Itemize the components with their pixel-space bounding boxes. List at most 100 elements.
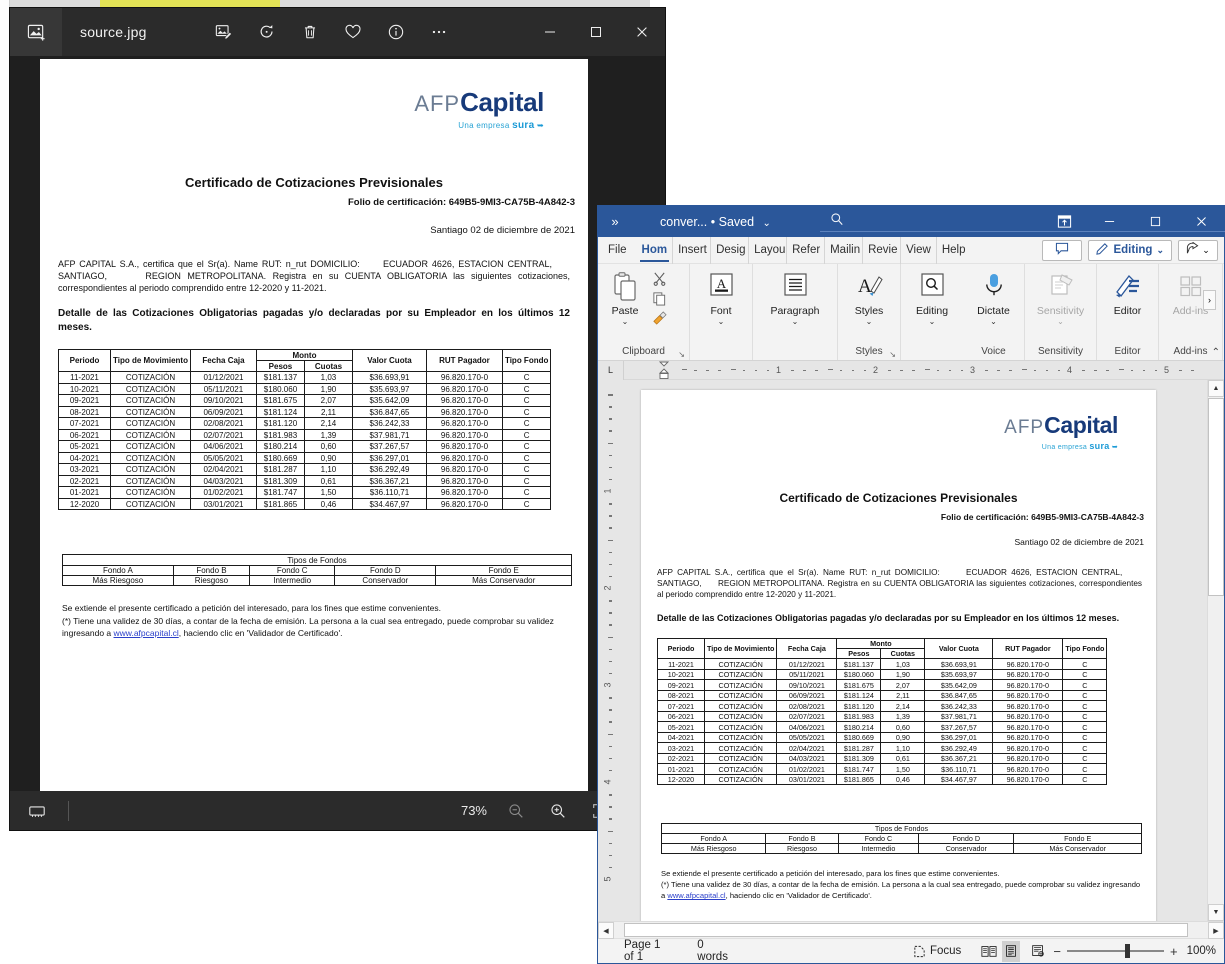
table-cell: 04/06/2021 [189, 440, 257, 453]
word-logo-tagline-pre: Una empresa [1041, 444, 1088, 451]
quick-access-chevron-icon[interactable]: » [598, 214, 632, 229]
document-name: conver... [660, 214, 708, 229]
tab-refer[interactable]: Refer [787, 236, 826, 264]
ruler-number: 1 [776, 364, 782, 375]
table-cell: 1,10 [880, 742, 926, 754]
ribbon-display-options-icon[interactable] [1046, 206, 1082, 237]
ribbon-collapse-icon[interactable]: ⌃ [1212, 347, 1220, 358]
scroll-right-arrow-icon[interactable]: ▶ [1208, 922, 1224, 939]
zoom-slider-knob[interactable] [1124, 944, 1130, 958]
ruler-tick [803, 369, 806, 371]
read-mode-icon[interactable] [980, 941, 998, 962]
horizontal-ruler[interactable]: L 1 2 3 4 5 [598, 360, 1224, 380]
word-tipos-fondos-table[interactable]: Tipos de Fondos Fondo A Fondo B Fondo C Fon… [660, 823, 1142, 855]
vertical-ruler[interactable]: 1 2 3 4 5 [598, 380, 624, 921]
share-chevron-icon[interactable]: ⌄ [1202, 245, 1210, 256]
paragraph-chevron-icon[interactable]: ⌄ [792, 317, 799, 326]
font-button[interactable]: A Font ⌄ [699, 267, 743, 326]
fondo-name: Fondo A [62, 565, 174, 577]
paragraph-button[interactable]: Paragraph ⌄ [764, 267, 826, 326]
sensitivity-chevron-icon[interactable]: ⌄ [1057, 317, 1064, 326]
word-close-button[interactable] [1178, 206, 1224, 237]
font-chevron-icon[interactable]: ⌄ [718, 317, 725, 326]
focus-label: Focus [929, 945, 962, 957]
scroll-up-arrow-icon[interactable]: ▲ [1208, 380, 1224, 397]
vertical-scrollbar[interactable]: ▲ ▼ [1207, 380, 1224, 921]
table-cell: $36.297,01 [924, 731, 994, 744]
horizontal-ruler-track[interactable]: 1 2 3 4 5 [624, 361, 1224, 380]
editing-mode-button[interactable]: Editing ⌄ [1088, 239, 1172, 261]
print-layout-icon[interactable] [1002, 940, 1021, 962]
zoom-in-button[interactable]: + [1170, 944, 1178, 959]
vertical-scroll-thumb[interactable] [1208, 398, 1224, 596]
edit-image-icon[interactable] [211, 19, 237, 45]
tab-desig[interactable]: Desig [711, 236, 750, 264]
photo-viewer-canvas[interactable]: AFPCapital Una empresa sura ➥ Certificad… [10, 56, 665, 791]
fondo-description: Más Riesgoso [660, 843, 767, 855]
sensitivity-button[interactable]: Sensitivity ⌄ [1032, 267, 1090, 326]
indent-markers[interactable] [658, 361, 670, 380]
table-cell: C [501, 428, 552, 442]
editing-chevron-icon[interactable]: ⌄ [929, 317, 936, 326]
word-afpcapital-link[interactable]: www.afpcapital.cl [667, 891, 725, 900]
scroll-down-arrow-icon[interactable]: ▼ [1208, 904, 1224, 921]
table-cell: COTIZACIÓN [703, 668, 778, 681]
tab-file[interactable]: File [598, 237, 637, 264]
zoom-percentage[interactable]: 100% [1187, 945, 1216, 957]
web-layout-icon[interactable] [1029, 941, 1047, 962]
editing-button[interactable]: Editing ⌄ [910, 267, 954, 326]
copy-button[interactable] [646, 289, 672, 308]
dictate-chevron-icon[interactable]: ⌄ [990, 317, 997, 326]
horizontal-scrollbar[interactable]: ◀ ▶ [598, 921, 1224, 939]
favorite-heart-icon[interactable] [340, 19, 366, 45]
tab-stop-selector[interactable]: L [598, 360, 624, 380]
word-count[interactable]: 0 words [688, 939, 737, 964]
scroll-left-arrow-icon[interactable]: ◀ [598, 922, 614, 939]
paste-button[interactable]: Paste ⌄ [604, 267, 646, 326]
ribbon-more-arrow[interactable]: › [1203, 290, 1216, 310]
tab-help[interactable]: Help [937, 237, 971, 264]
filmstrip-icon[interactable] [24, 798, 50, 824]
close-button[interactable] [619, 8, 665, 56]
minimize-button[interactable] [527, 8, 573, 56]
tab-insert[interactable]: Insert [673, 236, 712, 264]
delete-icon[interactable] [297, 19, 323, 45]
tab-view[interactable]: View [901, 236, 937, 264]
word-minimize-button[interactable] [1086, 206, 1132, 237]
maximize-button[interactable] [573, 8, 619, 56]
zoom-out-icon[interactable] [503, 798, 529, 824]
word-page-scroll-region[interactable]: AFPCapital Una empresa sura ➥ Certificad… [624, 380, 1207, 921]
tab-hom[interactable]: Hom [637, 236, 674, 264]
more-options-icon[interactable] [426, 19, 452, 45]
word-cotizaciones-table[interactable]: Periodo Tipo de Movimiento Fecha Caja Mo… [657, 638, 1108, 786]
table-cell: 09/10/2021 [189, 394, 257, 407]
word-maximize-button[interactable] [1132, 206, 1178, 237]
share-button[interactable]: ⌄ [1178, 239, 1218, 261]
saved-chevron-icon[interactable]: ⌄ [763, 218, 771, 229]
comments-button[interactable] [1042, 239, 1083, 261]
table-cell: COTIZACIÓN [703, 752, 778, 765]
zoom-slider-track[interactable] [1066, 944, 1164, 958]
dictate-button[interactable]: Dictate ⌄ [972, 267, 1016, 326]
editing-mode-chevron-icon[interactable]: ⌄ [1156, 245, 1164, 256]
tab-layou[interactable]: Layou [749, 236, 788, 264]
zoom-out-button[interactable]: − [1053, 944, 1061, 959]
focus-button[interactable]: Focus [904, 939, 970, 964]
tab-mailin[interactable]: Mailin [825, 236, 864, 264]
zoom-in-icon[interactable] [545, 798, 571, 824]
format-painter-button[interactable] [646, 309, 672, 328]
info-icon[interactable] [383, 19, 409, 45]
th-monto-group: Monto [255, 349, 353, 362]
styles-button[interactable]: A Styles ⌄ [847, 267, 891, 326]
paste-chevron-icon[interactable]: ⌄ [622, 317, 629, 326]
page-indicator[interactable]: Page 1 of 1 [615, 939, 672, 964]
word-document-page[interactable]: AFPCapital Una empresa sura ➥ Certificad… [641, 390, 1156, 921]
cut-button[interactable] [646, 269, 672, 288]
zoom-slider[interactable]: − + [1053, 944, 1177, 959]
rotate-icon[interactable] [254, 19, 280, 45]
editor-button[interactable]: Editor [1106, 267, 1150, 317]
styles-chevron-icon[interactable]: ⌄ [866, 317, 873, 326]
tab-revie[interactable]: Revie [863, 236, 902, 264]
horizontal-scroll-thumb[interactable] [624, 923, 1188, 937]
afpcapital-link[interactable]: www.afpcapital.cl [114, 628, 179, 638]
